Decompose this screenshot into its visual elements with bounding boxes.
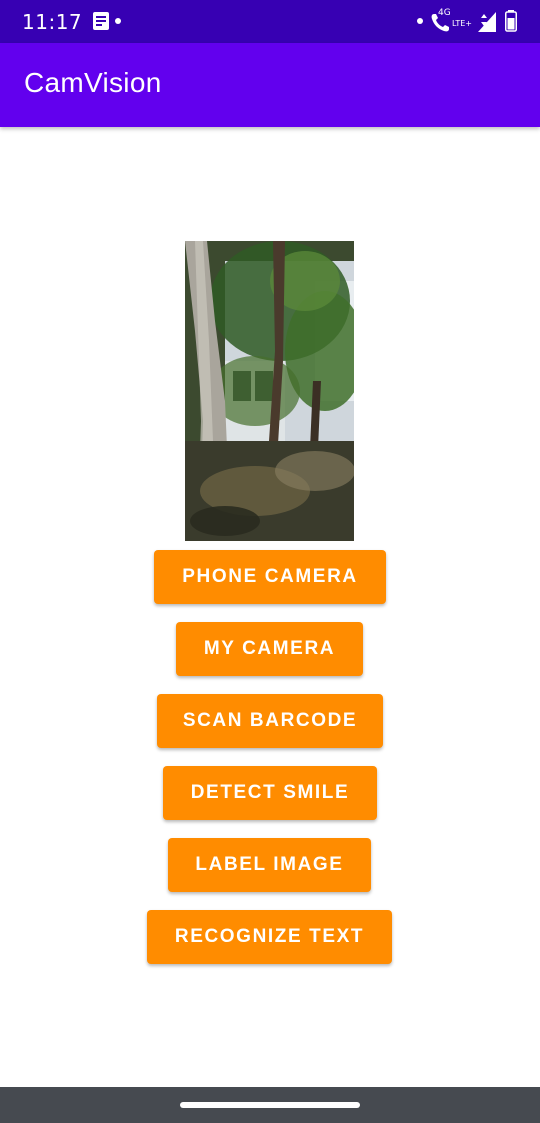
phone-camera-button[interactable]: PHONE CAMERA [154,550,386,604]
app-title: CamVision [24,67,162,98]
scan-barcode-button[interactable]: SCAN BARCODE [157,694,383,748]
home-gesture-handle[interactable] [180,1102,360,1108]
status-dot-icon [417,18,423,24]
my-camera-button[interactable]: MY CAMERA [176,622,363,676]
network-sub-label: LTE+ [452,19,472,28]
status-time: 11:17 [22,10,83,34]
notification-icon [93,12,109,30]
status-bar: 11:17 4G LTE+ [0,0,540,43]
battery-icon [505,10,517,32]
signal-icon [478,12,496,32]
status-dot-icon [115,18,121,24]
recognize-text-button[interactable]: RECOGNIZE TEXT [147,910,392,964]
screen: 11:17 4G LTE+ CamVision PHONE CAMERA MY … [0,0,540,1123]
tree-photo-image [185,241,354,541]
network-label: 4G [438,8,451,18]
navigation-bar [0,1087,540,1123]
detect-smile-button[interactable]: DETECT SMILE [163,766,377,820]
label-image-button[interactable]: LABEL IMAGE [168,838,371,892]
app-bar: CamVision [0,43,540,127]
photo-preview [185,241,354,541]
